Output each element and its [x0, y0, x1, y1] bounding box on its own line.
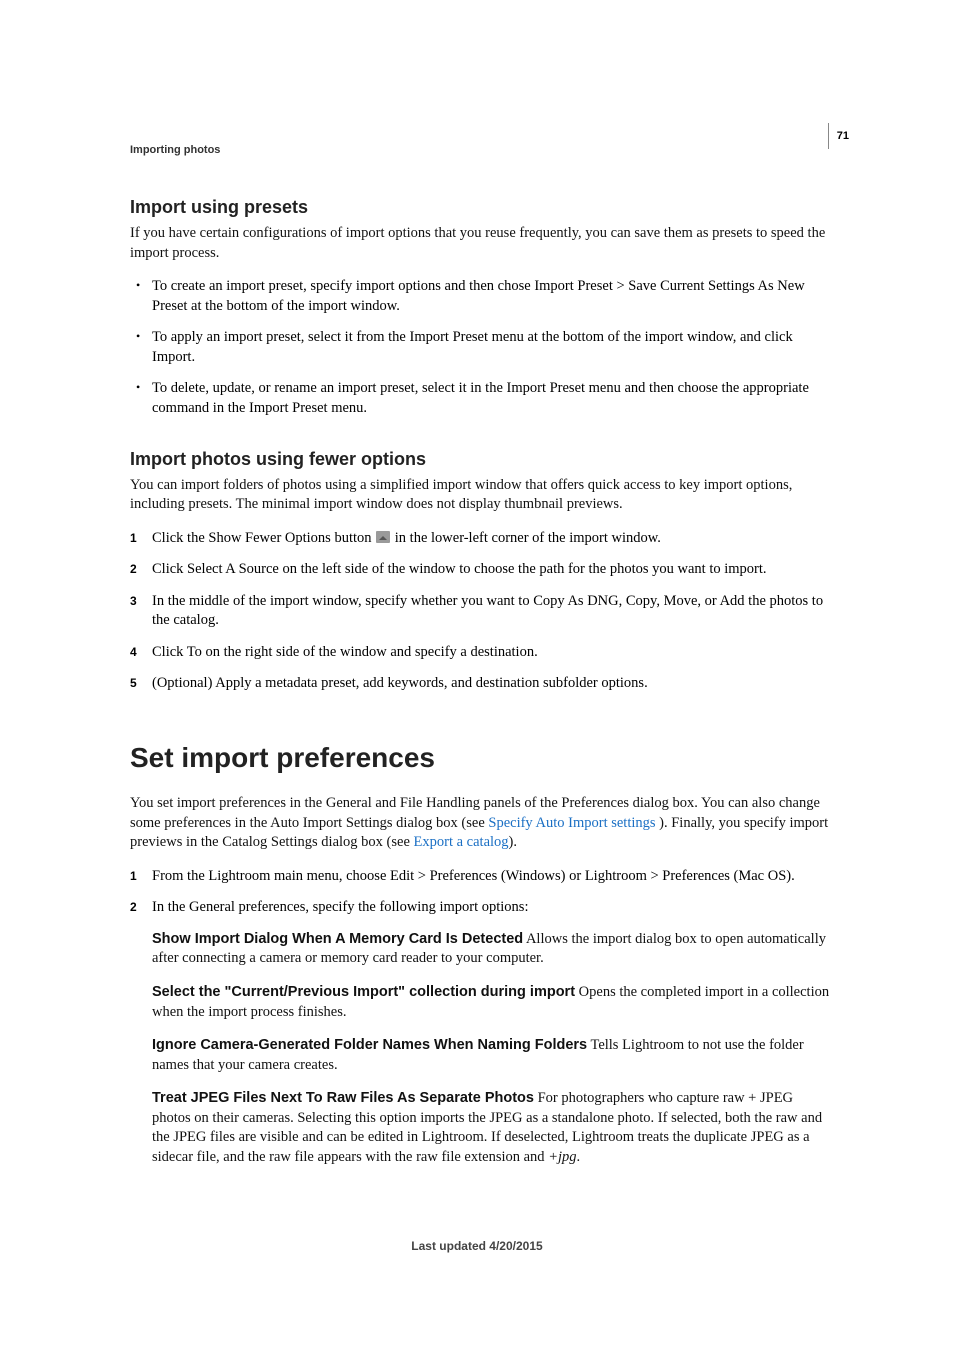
- definition-item: Show Import Dialog When A Memory Card Is…: [130, 930, 830, 969]
- presets-intro: If you have certain configurations of im…: [130, 224, 830, 263]
- section-set-preferences: Set import preferences You set import pr…: [130, 742, 830, 1167]
- page-header: Importing photos: [130, 144, 220, 156]
- list-item: 2 Click Select A Source on the left side …: [130, 560, 830, 580]
- step-text: in the lower-left corner of the import w…: [391, 530, 661, 546]
- section-title-presets: Import using presets: [130, 197, 830, 218]
- section-title-preferences: Set import preferences: [130, 742, 830, 774]
- step-number: 1: [130, 868, 137, 884]
- step-text: Click Select A Source on the left side o…: [152, 561, 767, 577]
- definition-body: .: [577, 1149, 581, 1165]
- prefs-intro: You set import preferences in the Genera…: [130, 794, 830, 853]
- definition-term: Ignore Camera-Generated Folder Names Whe…: [152, 1037, 587, 1053]
- list-item: 3 In the middle of the import window, spe…: [130, 592, 830, 631]
- collapse-panel-icon: [376, 531, 390, 543]
- fewer-steps-list: 1 Click the Show Fewer Options button in …: [130, 529, 830, 694]
- definition-item: Ignore Camera-Generated Folder Names Whe…: [130, 1036, 830, 1075]
- link-auto-import-settings[interactable]: Specify Auto Import settings: [488, 815, 659, 831]
- page-number-container: 71: [828, 123, 849, 149]
- step-number: 3: [130, 593, 137, 609]
- step-text: (Optional) Apply a metadata preset, add …: [152, 675, 648, 691]
- definition-term: Select the "Current/Previous Import" col…: [152, 984, 575, 1000]
- section-fewer-options: Import photos using fewer options You ca…: [130, 449, 830, 695]
- section-import-presets: Import using presets If you have certain…: [130, 197, 830, 419]
- step-text: Click the Show Fewer Options button: [152, 530, 375, 546]
- step-text: From the Lightroom main menu, choose Edi…: [152, 868, 795, 884]
- list-item: 1 From the Lightroom main menu, choose Ed…: [130, 867, 830, 887]
- text: ).: [509, 834, 517, 850]
- page-content: Import using presets If you have certain…: [130, 197, 830, 1197]
- list-item: 5 (Optional) Apply a metadata preset, add…: [130, 674, 830, 694]
- definition-term: Treat JPEG Files Next To Raw Files As Se…: [152, 1090, 534, 1106]
- section-title-fewer: Import photos using fewer options: [130, 449, 830, 470]
- definition-body-italic: +jpg: [548, 1149, 576, 1165]
- step-number: 2: [130, 899, 137, 915]
- list-item: To delete, update, or rename an import p…: [130, 379, 830, 418]
- page-number: 71: [837, 130, 849, 142]
- step-number: 2: [130, 561, 137, 577]
- prefs-steps-list: 1 From the Lightroom main menu, choose Ed…: [130, 867, 830, 918]
- step-text: In the General preferences, specify the …: [152, 899, 528, 915]
- list-item: To create an import preset, specify impo…: [130, 277, 830, 316]
- definition-term: Show Import Dialog When A Memory Card Is…: [152, 931, 523, 947]
- list-item: To apply an import preset, select it fro…: [130, 328, 830, 367]
- definition-item: Select the "Current/Previous Import" col…: [130, 983, 830, 1022]
- presets-bullet-list: To create an import preset, specify impo…: [130, 277, 830, 418]
- fewer-intro: You can import folders of photos using a…: [130, 476, 830, 515]
- list-item: 4 Click To on the right side of the windo…: [130, 643, 830, 663]
- prefs-definitions: Show Import Dialog When A Memory Card Is…: [130, 930, 830, 1168]
- page-footer: Last updated 4/20/2015: [0, 1239, 954, 1253]
- list-item: 2 In the General preferences, specify the…: [130, 898, 830, 918]
- link-export-catalog[interactable]: Export a catalog: [414, 834, 509, 850]
- step-text: In the middle of the import window, spec…: [152, 593, 823, 629]
- definition-item: Treat JPEG Files Next To Raw Files As Se…: [130, 1089, 830, 1167]
- step-number: 5: [130, 675, 137, 691]
- step-number: 4: [130, 644, 137, 660]
- step-text: Click To on the right side of the window…: [152, 644, 538, 660]
- list-item: 1 Click the Show Fewer Options button in …: [130, 529, 830, 549]
- step-number: 1: [130, 530, 137, 546]
